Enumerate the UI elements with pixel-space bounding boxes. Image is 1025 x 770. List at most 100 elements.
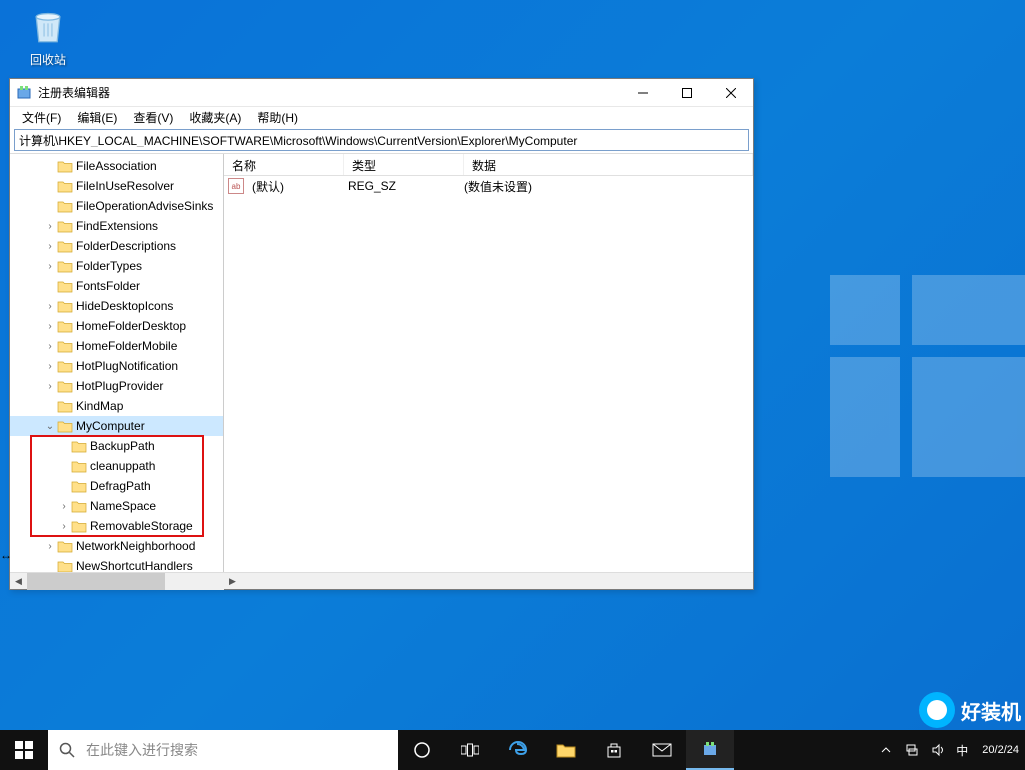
desktop-recycle-bin[interactable]: 回收站 bbox=[18, 5, 78, 68]
close-button[interactable] bbox=[709, 79, 753, 107]
tree-item-label: HotPlugNotification bbox=[76, 359, 178, 373]
expand-icon[interactable]: › bbox=[58, 521, 70, 532]
menu-help[interactable]: 帮助(H) bbox=[249, 107, 306, 128]
expand-icon[interactable]: › bbox=[44, 301, 56, 312]
taskbar-search[interactable]: 在此键入进行搜索 bbox=[48, 730, 398, 770]
col-name[interactable]: 名称 bbox=[224, 154, 344, 175]
store-button[interactable] bbox=[590, 730, 638, 770]
tree-item-hotplugnotification[interactable]: › HotPlugNotification bbox=[10, 356, 223, 376]
tree-item-newshortcuthandlers[interactable]: NewShortcutHandlers bbox=[10, 556, 223, 572]
tray-clock[interactable]: 20/2/24 bbox=[978, 744, 1019, 757]
tree-item-fileassociation[interactable]: FileAssociation bbox=[10, 156, 223, 176]
menu-file[interactable]: 文件(F) bbox=[14, 107, 69, 128]
tree-pane[interactable]: FileAssociation FileInUseResolver FileOper… bbox=[10, 154, 224, 572]
tree-item-backuppath[interactable]: BackupPath bbox=[10, 436, 223, 456]
tree-item-findextensions[interactable]: ›FindExtensions bbox=[10, 216, 223, 236]
resize-cursor-icon: ↔ bbox=[0, 548, 12, 562]
tree-item-label: RemovableStorage bbox=[90, 519, 193, 533]
menu-view[interactable]: 查看(V) bbox=[125, 107, 181, 128]
tree-item-hidedesktopicons[interactable]: › HideDesktopIcons bbox=[10, 296, 223, 316]
col-data[interactable]: 数据 bbox=[464, 154, 753, 175]
folder-icon bbox=[57, 319, 73, 333]
tree-item-networkneighborhood[interactable]: › NetworkNeighborhood bbox=[10, 536, 223, 556]
scroll-right-icon[interactable]: ▶ bbox=[224, 573, 241, 590]
address-input[interactable] bbox=[19, 133, 744, 147]
horizontal-scrollbar[interactable]: ◀ ▶ bbox=[10, 572, 753, 589]
tree-item-mycomputer[interactable]: ⌄ MyComputer bbox=[10, 416, 223, 436]
minimize-button[interactable] bbox=[621, 79, 665, 107]
tree-item-homefolderdesktop[interactable]: ›HomeFolderDesktop bbox=[10, 316, 223, 336]
list-row[interactable]: ab(默认)REG_SZ(数值未设置) bbox=[224, 176, 753, 196]
explorer-button[interactable] bbox=[542, 730, 590, 770]
tree-item-label: MyComputer bbox=[76, 419, 145, 433]
tree-item-label: HotPlugProvider bbox=[76, 379, 163, 393]
tree-item-fileinuseresolver[interactable]: FileInUseResolver bbox=[10, 176, 223, 196]
expand-icon[interactable]: › bbox=[44, 221, 56, 232]
regedit-taskbar-button[interactable] bbox=[686, 730, 734, 770]
edge-button[interactable] bbox=[494, 730, 542, 770]
content-area: FileAssociation FileInUseResolver FileOper… bbox=[10, 153, 753, 572]
tree-item-label: FileInUseResolver bbox=[76, 179, 174, 193]
expand-icon[interactable]: › bbox=[44, 541, 56, 552]
list-header: 名称 类型 数据 bbox=[224, 154, 753, 176]
folder-icon bbox=[57, 419, 73, 433]
tree-item-folderdescriptions[interactable]: › FolderDescriptions bbox=[10, 236, 223, 256]
tree-item-homefoldermobile[interactable]: ›HomeFolderMobile bbox=[10, 336, 223, 356]
list-pane[interactable]: 名称 类型 数据 ab(默认)REG_SZ(数值未设置) bbox=[224, 154, 753, 572]
collapse-icon[interactable]: ⌄ bbox=[44, 421, 56, 432]
expand-icon[interactable]: › bbox=[44, 361, 56, 372]
tree-item-namespace[interactable]: › NameSpace bbox=[10, 496, 223, 516]
tree-item-removablestorage[interactable]: › RemovableStorage bbox=[10, 516, 223, 536]
tray-network-icon[interactable] bbox=[904, 742, 920, 758]
tree-item-fontsfolder[interactable]: FontsFolder bbox=[10, 276, 223, 296]
tree-item-label: FolderDescriptions bbox=[76, 239, 176, 253]
mail-button[interactable] bbox=[638, 730, 686, 770]
expand-icon[interactable]: › bbox=[44, 241, 56, 252]
taskview-button[interactable] bbox=[446, 730, 494, 770]
folder-icon bbox=[57, 279, 73, 293]
tree-item-label: NewShortcutHandlers bbox=[76, 559, 193, 572]
tree-item-defragpath[interactable]: DefragPath bbox=[10, 476, 223, 496]
cortana-button[interactable] bbox=[398, 730, 446, 770]
folder-icon bbox=[57, 219, 73, 233]
address-bar bbox=[14, 129, 749, 151]
folder-icon bbox=[57, 299, 73, 313]
folder-icon bbox=[57, 559, 73, 572]
expand-icon[interactable]: › bbox=[44, 321, 56, 332]
tree-item-fileoperationadvisesinks[interactable]: FileOperationAdviseSinks bbox=[10, 196, 223, 216]
titlebar[interactable]: 注册表编辑器 bbox=[10, 79, 753, 107]
expand-icon[interactable]: › bbox=[44, 381, 56, 392]
value-name: (默认) bbox=[248, 178, 344, 195]
folder-icon bbox=[57, 239, 73, 253]
tree-item-foldertypes[interactable]: ›FolderTypes bbox=[10, 256, 223, 276]
maximize-button[interactable] bbox=[665, 79, 709, 107]
tree-item-label: HideDesktopIcons bbox=[76, 299, 173, 313]
tree-item-hotplugprovider[interactable]: › HotPlugProvider bbox=[10, 376, 223, 396]
folder-icon bbox=[57, 259, 73, 273]
tray-volume-icon[interactable] bbox=[930, 742, 946, 758]
expand-icon[interactable]: › bbox=[58, 501, 70, 512]
expand-icon[interactable]: › bbox=[44, 261, 56, 272]
value-type: REG_SZ bbox=[344, 179, 460, 193]
folder-icon bbox=[57, 199, 73, 213]
watermark: 好装机 bbox=[919, 692, 1021, 728]
tree-item-label: NetworkNeighborhood bbox=[76, 539, 195, 553]
menu-favorites[interactable]: 收藏夹(A) bbox=[181, 107, 249, 128]
folder-icon bbox=[57, 359, 73, 373]
start-button[interactable] bbox=[0, 730, 48, 770]
tree-item-label: NameSpace bbox=[90, 499, 156, 513]
scroll-left-icon[interactable]: ◀ bbox=[10, 573, 27, 590]
watermark-logo-icon bbox=[919, 692, 955, 728]
system-tray[interactable]: 中 20/2/24 bbox=[872, 730, 1025, 770]
menu-edit[interactable]: 编辑(E) bbox=[69, 107, 125, 128]
tray-ime[interactable]: 中 bbox=[956, 742, 968, 759]
value-data: (数值未设置) bbox=[460, 178, 536, 195]
tree-item-kindmap[interactable]: KindMap bbox=[10, 396, 223, 416]
folder-icon bbox=[57, 399, 73, 413]
taskbar: 在此键入进行搜索 中 20/2/24 bbox=[0, 730, 1025, 770]
folder-icon bbox=[71, 479, 87, 493]
col-type[interactable]: 类型 bbox=[344, 154, 464, 175]
tray-chevron-up-icon[interactable] bbox=[878, 742, 894, 758]
expand-icon[interactable]: › bbox=[44, 341, 56, 352]
tree-item-cleanuppath[interactable]: cleanuppath bbox=[10, 456, 223, 476]
